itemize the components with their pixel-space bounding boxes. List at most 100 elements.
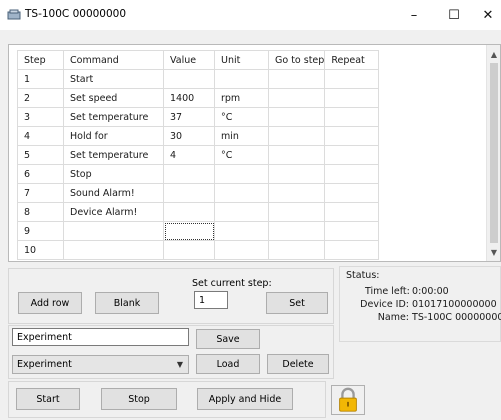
cell-go-to-step[interactable] — [267, 221, 326, 241]
program-grid[interactable]: Step Command Value Unit Go to step Repea… — [8, 44, 501, 262]
cell-step[interactable]: 7 — [17, 183, 64, 203]
column-header-command[interactable]: Command — [63, 50, 164, 70]
cell-go-to-step[interactable] — [267, 240, 326, 260]
cell-repeat[interactable] — [324, 107, 380, 127]
delete-button[interactable]: Delete — [267, 354, 329, 374]
cell-step[interactable]: 8 — [17, 202, 64, 222]
cell-repeat[interactable] — [324, 240, 380, 260]
cell-value[interactable] — [163, 164, 215, 184]
cell-step[interactable]: 4 — [17, 126, 64, 146]
load-button[interactable]: Load — [196, 354, 260, 374]
cell-value[interactable]: 4 — [163, 145, 215, 165]
cell-command[interactable]: Start — [63, 69, 164, 89]
cell-command[interactable]: Device Alarm! — [63, 202, 164, 222]
set-step-button[interactable]: Set — [266, 292, 328, 314]
cell-unit[interactable] — [214, 202, 269, 222]
cell-value[interactable]: 30 — [163, 126, 215, 146]
status-device-id: Device ID: 01017100000000 — [349, 299, 496, 310]
cell-value[interactable]: 1400 — [163, 88, 215, 108]
status-name: Name: TS-100C 00000000 — [349, 312, 501, 323]
table-row[interactable]: 4 Hold for 30 min — [17, 126, 380, 146]
table-row[interactable]: 9 — [17, 221, 380, 241]
column-header-unit[interactable]: Unit — [214, 50, 269, 70]
column-header-go-to-step[interactable]: Go to step — [267, 50, 326, 70]
cell-go-to-step[interactable] — [267, 183, 326, 203]
save-button[interactable]: Save — [196, 329, 260, 349]
cell-go-to-step[interactable] — [267, 107, 326, 127]
cell-step[interactable]: 2 — [17, 88, 64, 108]
set-current-step-label: Set current step: — [192, 278, 272, 289]
cell-unit[interactable] — [214, 221, 269, 241]
cell-unit[interactable]: min — [214, 126, 269, 146]
table-row[interactable]: 2 Set speed 1400 rpm — [17, 88, 380, 108]
column-header-repeat[interactable]: Repeat — [324, 50, 380, 70]
cell-unit[interactable]: °C — [214, 107, 269, 127]
cell-step[interactable]: 9 — [17, 221, 64, 241]
cell-unit[interactable] — [214, 240, 269, 260]
cell-value[interactable] — [163, 221, 215, 241]
cell-go-to-step[interactable] — [267, 69, 326, 89]
cell-go-to-step[interactable] — [267, 126, 326, 146]
cell-step[interactable]: 6 — [17, 164, 64, 184]
cell-step[interactable]: 1 — [17, 69, 64, 89]
cell-value[interactable] — [163, 69, 215, 89]
cell-repeat[interactable] — [324, 126, 380, 146]
stop-button[interactable]: Stop — [101, 388, 177, 410]
current-step-input[interactable] — [194, 291, 228, 309]
cell-repeat[interactable] — [324, 183, 380, 203]
table-row[interactable]: 7 Sound Alarm! — [17, 183, 380, 203]
cell-command[interactable]: Set temperature — [63, 145, 164, 165]
cell-step[interactable]: 5 — [17, 145, 64, 165]
cell-command[interactable] — [63, 240, 164, 260]
cell-repeat[interactable] — [324, 69, 380, 89]
cell-unit[interactable] — [214, 69, 269, 89]
cell-unit[interactable] — [214, 164, 269, 184]
grid-scrollbar[interactable]: ▲ ▼ — [486, 45, 500, 261]
cell-repeat[interactable] — [324, 221, 380, 241]
add-row-button[interactable]: Add row — [18, 292, 82, 314]
cell-command[interactable]: Hold for — [63, 126, 164, 146]
table-row[interactable]: 5 Set temperature 4 °C — [17, 145, 380, 165]
cell-value[interactable]: 37 — [163, 107, 215, 127]
cell-repeat[interactable] — [324, 202, 380, 222]
cell-repeat[interactable] — [324, 88, 380, 108]
cell-step[interactable]: 3 — [17, 107, 64, 127]
cell-command[interactable]: Set temperature — [63, 107, 164, 127]
cell-command[interactable]: Set speed — [63, 88, 164, 108]
cell-value[interactable] — [163, 183, 215, 203]
table-row[interactable]: 1 Start — [17, 69, 380, 89]
blank-button[interactable]: Blank — [95, 292, 159, 314]
table-row[interactable]: 6 Stop — [17, 164, 380, 184]
cell-value[interactable] — [163, 240, 215, 260]
apply-and-hide-button[interactable]: Apply and Hide — [197, 388, 293, 410]
cell-repeat[interactable] — [324, 164, 380, 184]
cell-unit[interactable]: °C — [214, 145, 269, 165]
cell-unit[interactable] — [214, 183, 269, 203]
cell-repeat[interactable] — [324, 145, 380, 165]
cell-command[interactable] — [63, 221, 164, 241]
cell-go-to-step[interactable] — [267, 164, 326, 184]
table-row[interactable]: 3 Set temperature 37 °C — [17, 107, 380, 127]
scroll-thumb[interactable] — [490, 63, 498, 243]
table-row[interactable]: 10 — [17, 240, 380, 260]
cell-go-to-step[interactable] — [267, 202, 326, 222]
cell-go-to-step[interactable] — [267, 88, 326, 108]
close-button[interactable]: ✕ — [470, 0, 501, 30]
cell-command[interactable]: Stop — [63, 164, 164, 184]
maximize-button[interactable]: ☐ — [436, 0, 472, 30]
minimize-button[interactable]: – — [396, 0, 432, 30]
column-header-step[interactable]: Step — [17, 50, 64, 70]
scroll-up-arrow-icon[interactable]: ▲ — [487, 47, 500, 61]
cell-go-to-step[interactable] — [267, 145, 326, 165]
cell-value[interactable] — [163, 202, 215, 222]
lock-toggle[interactable] — [331, 385, 365, 415]
cell-unit[interactable]: rpm — [214, 88, 269, 108]
column-header-value[interactable]: Value — [163, 50, 215, 70]
cell-command[interactable]: Sound Alarm! — [63, 183, 164, 203]
table-row[interactable]: 8 Device Alarm! — [17, 202, 380, 222]
experiment-select[interactable]: Experiment ▼ — [12, 355, 189, 374]
start-button[interactable]: Start — [16, 388, 80, 410]
scroll-down-arrow-icon[interactable]: ▼ — [487, 245, 500, 259]
experiment-name-input[interactable] — [12, 328, 189, 346]
cell-step[interactable]: 10 — [17, 240, 64, 260]
